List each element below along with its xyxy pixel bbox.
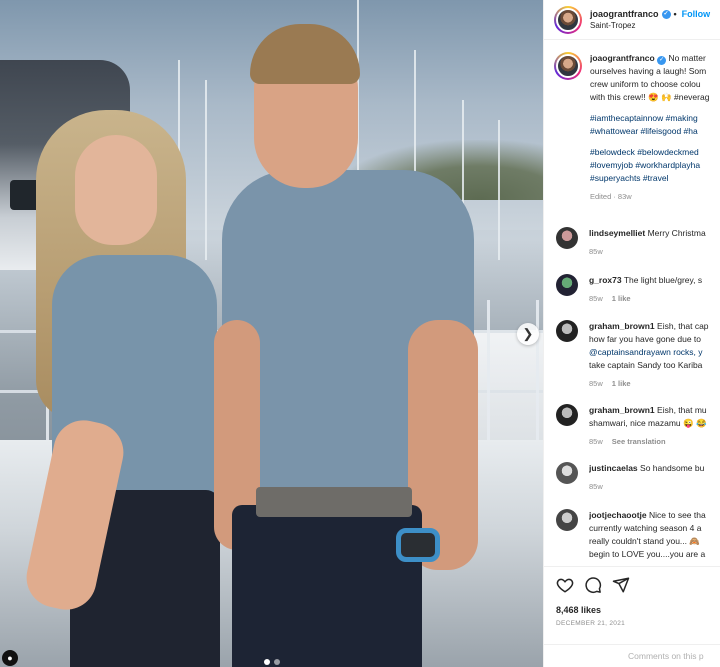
comment-text: shamwari, nice mazamu 😜 😂 — [589, 418, 707, 428]
verified-badge-icon: ✓ — [661, 9, 671, 19]
man-belt — [256, 487, 412, 517]
post-photo[interactable]: ❯ ● — [0, 0, 543, 667]
carousel-dot — [263, 659, 270, 665]
carousel-dot — [273, 659, 280, 665]
header-username[interactable]: joaograntfranco — [590, 9, 659, 19]
avatar[interactable] — [554, 52, 582, 80]
verified-badge-icon: ✓ — [657, 56, 667, 65]
post-actions — [544, 566, 720, 602]
woman-face — [75, 135, 157, 245]
comment-username[interactable]: g_rox73 — [589, 275, 622, 285]
comment-username[interactable]: justincaelas — [589, 463, 638, 473]
avatar[interactable] — [556, 227, 578, 249]
caption-line: No matter — [668, 53, 706, 63]
comment-time: 85w — [589, 437, 603, 446]
post-caption: joaograntfranco ✓ No matter ourselves ha… — [544, 46, 720, 203]
avatar[interactable] — [556, 509, 578, 531]
hashtag-line[interactable]: #lovemyjob #workhardplayha — [590, 159, 720, 172]
comment-text: Nice to see tha — [649, 510, 706, 520]
post-date: DECEMBER 21, 2021 — [556, 620, 626, 627]
hashtag-line[interactable]: #superyachts #travel — [590, 172, 720, 185]
comment-text: So handsome bu — [640, 463, 705, 473]
user-tag-icon[interactable]: ● — [2, 650, 18, 666]
chevron-right-icon[interactable]: ❯ — [517, 323, 539, 345]
comment-time: 85w — [589, 247, 603, 256]
comment-item: jootjechaootje Nice to see tha currently… — [544, 509, 720, 561]
separator-dot: • — [673, 9, 677, 19]
comment-username[interactable]: lindseymelliet — [589, 228, 645, 238]
comment-time: 85w — [589, 379, 603, 388]
man-watch — [396, 528, 440, 562]
post-side-panel: joaograntfranco ✓ • Follow Saint-Tropez … — [543, 0, 720, 667]
comment-likes[interactable]: 1 like — [612, 292, 631, 305]
add-comment-bar — [544, 644, 720, 667]
avatar[interactable] — [556, 404, 578, 426]
comment-text: Eish, that cap — [657, 321, 709, 331]
comment-text: really couldn't stand you... 🙈 — [589, 536, 700, 546]
post-location[interactable]: Saint-Tropez — [590, 21, 710, 30]
post-header: joaograntfranco ✓ • Follow Saint-Tropez — [544, 0, 720, 40]
comment-text: Eish, that mu — [657, 405, 707, 415]
caption-edited-time: Edited · 83w — [590, 192, 632, 201]
comment-mention[interactable]: @captainsandrayawn rocks, y — [589, 346, 720, 359]
avatar[interactable] — [556, 274, 578, 296]
avatar[interactable] — [556, 320, 578, 342]
hashtag-line[interactable]: #belowdeck #belowdeckmed — [590, 146, 720, 159]
photo-mast — [498, 120, 500, 260]
comment-item: graham_brown1 Eish, that mu shamwari, ni… — [544, 404, 720, 448]
comments-list[interactable]: joaograntfranco ✓ No matter ourselves ha… — [544, 46, 720, 561]
comment-text: currently watching season 4 a — [589, 523, 702, 533]
heart-icon[interactable] — [556, 576, 574, 594]
caption-line: crew uniform to choose colou — [590, 79, 701, 89]
add-comment-input[interactable] — [544, 645, 720, 667]
comment-username[interactable]: graham_brown1 — [589, 405, 655, 415]
see-translation-button[interactable]: See translation — [612, 435, 666, 448]
man-pants — [232, 505, 422, 667]
comment-text: how far you have gone due to — [589, 334, 701, 344]
follow-button[interactable]: Follow — [682, 9, 711, 19]
comment-item: g_rox73 The light blue/grey, s 85w 1 lik… — [544, 274, 720, 305]
comment-likes[interactable]: 1 like — [612, 377, 631, 390]
caption-username[interactable]: joaograntfranco — [590, 53, 655, 63]
comment-text: begin to LOVE you....you are a — [589, 549, 706, 559]
comment-time: 85w — [589, 294, 603, 303]
comment-item: lindseymelliet Merry Christma 85w — [544, 227, 720, 258]
comment-text: The light blue/grey, s — [623, 275, 703, 285]
photo-mast — [205, 80, 207, 260]
comment-username[interactable]: graham_brown1 — [589, 321, 655, 331]
likes-count[interactable]: 8,468 likes — [556, 605, 601, 615]
avatar[interactable] — [554, 5, 582, 34]
caption-line: ourselves having a laugh! Som — [590, 66, 707, 76]
comment-bubble-icon[interactable] — [584, 576, 602, 594]
comment-item: justincaelas So handsome bu 85w — [544, 462, 720, 493]
comment-time: 85w — [589, 482, 603, 491]
comment-text: take captain Sandy too Kariba — [589, 360, 703, 370]
avatar[interactable] — [556, 462, 578, 484]
paper-plane-icon[interactable] — [612, 576, 630, 594]
caption-line: with this crew!! 😍 🙌 #neverag — [590, 92, 710, 102]
hashtag-line[interactable]: #whattowear #lifeisgood #ha — [590, 125, 720, 138]
carousel-dots — [0, 659, 543, 665]
hashtag-line[interactable]: #iamthecaptainnow #making — [590, 112, 720, 125]
comment-username[interactable]: jootjechaootje — [589, 510, 647, 520]
comment-text: Merry Christma — [647, 228, 706, 238]
comment-item: graham_brown1 Eish, that cap how far you… — [544, 320, 720, 390]
